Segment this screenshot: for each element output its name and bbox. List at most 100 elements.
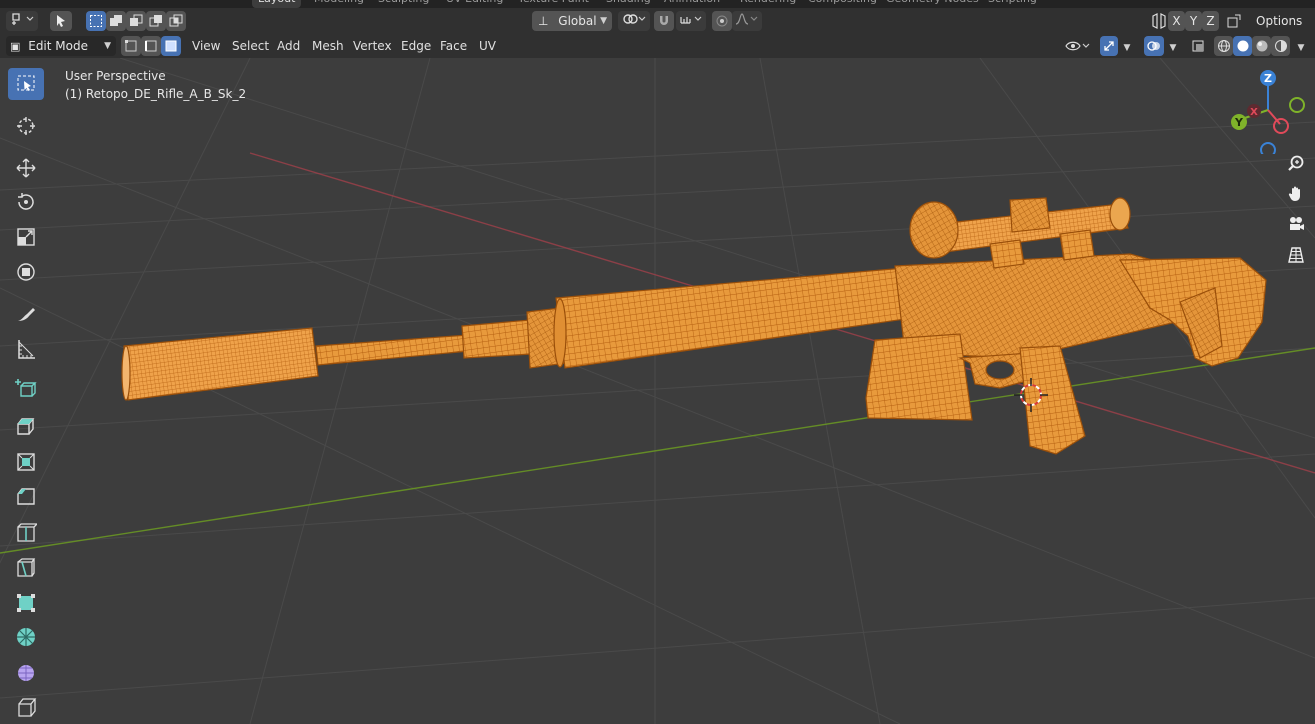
mode-subtract-button[interactable] [126, 11, 146, 31]
face-select-button[interactable] [161, 36, 181, 56]
mode-new-button[interactable] [86, 11, 106, 31]
tool-bevel[interactable] [6, 480, 46, 512]
menu-add[interactable]: Add [271, 36, 306, 56]
edge-select-button[interactable] [141, 36, 161, 56]
tool-spin[interactable] [6, 621, 46, 653]
chevron-down-icon: ▼ [1297, 43, 1305, 53]
tool-select-box[interactable] [8, 68, 44, 100]
tool-scale[interactable] [6, 221, 46, 253]
menu-mesh[interactable]: Mesh [306, 36, 350, 56]
shading-dropdown[interactable]: ▼ [1292, 36, 1310, 56]
tab-uv-editing[interactable]: UV Editing [440, 0, 509, 8]
annotate-icon [18, 308, 35, 321]
move-icon [16, 158, 36, 178]
overlays-toggle[interactable] [1144, 36, 1164, 56]
tab-compositing[interactable]: Compositing [802, 0, 883, 8]
auto-merge-icon [1227, 14, 1241, 28]
tab-modeling[interactable]: Modeling [308, 0, 370, 8]
perspective-toggle-button[interactable] [1282, 241, 1310, 269]
gizmo-dropdown[interactable]: ▼ [1118, 36, 1136, 56]
snap-target-dropdown[interactable] [676, 11, 706, 31]
tool-rotate[interactable] [6, 186, 46, 218]
tool-poly-build[interactable] [6, 586, 46, 618]
camera-view-button[interactable] [1282, 210, 1310, 238]
mirror-x-toggle[interactable]: X [1168, 11, 1185, 31]
editor-type-button[interactable] [6, 11, 38, 31]
shading-wireframe-button[interactable] [1214, 36, 1233, 56]
visibility-dropdown[interactable] [1062, 36, 1094, 56]
mode-invert-button[interactable] [146, 11, 166, 31]
menu-uv[interactable]: UV [473, 36, 502, 56]
tool-inset[interactable] [6, 446, 46, 478]
overlays-dropdown[interactable]: ▼ [1164, 36, 1182, 56]
chevron-down-icon: ▼ [600, 16, 607, 26]
xray-icon [1192, 40, 1204, 52]
gizmo-neg-y-axis[interactable] [1289, 97, 1305, 113]
tool-annotate[interactable] [6, 298, 46, 330]
tool-measure[interactable] [6, 333, 46, 365]
select-tool-button[interactable] [50, 11, 72, 31]
tab-animation[interactable]: Animation [658, 0, 726, 8]
tab-geometry-nodes[interactable]: Geometry Nodes [880, 0, 985, 8]
menu-face[interactable]: Face [434, 36, 473, 56]
tool-transform[interactable] [6, 256, 46, 288]
tool-smooth[interactable] [6, 656, 46, 688]
tool-loop-cut[interactable] [6, 516, 46, 548]
tool-cursor[interactable] [6, 110, 46, 142]
gizmo-y-label: Y [1234, 116, 1244, 129]
wireframe-sphere-icon [1217, 40, 1230, 52]
mode-intersect-button[interactable] [166, 11, 186, 31]
mirror-y-toggle[interactable]: Y [1185, 11, 1202, 31]
extrude-icon [17, 418, 35, 435]
menu-vertex[interactable]: Vertex [347, 36, 398, 56]
magnet-icon [660, 16, 668, 25]
select-new-icon [90, 15, 102, 27]
shading-material-button[interactable] [1252, 36, 1271, 56]
tab-shading[interactable]: Shading [600, 0, 657, 8]
viewport-info: User Perspective (1) Retopo_DE_Rifle_A_B… [65, 67, 246, 103]
tool-move[interactable] [6, 152, 46, 184]
viewport-header: ▣ Edit Mode ▼ View Select Add Mesh Verte… [0, 34, 1315, 59]
shading-rendered-button[interactable] [1271, 36, 1290, 56]
tool-shear[interactable] [6, 691, 46, 723]
shading-solid-button[interactable] [1233, 36, 1252, 56]
mirror-z-toggle[interactable]: Z [1202, 11, 1219, 31]
tool-knife[interactable] [6, 551, 46, 583]
gizmo-neg-z-axis[interactable] [1260, 142, 1276, 154]
options-dropdown[interactable]: Options ▼ [1252, 11, 1312, 48]
tab-scripting[interactable]: Scripting [982, 0, 1043, 8]
grid-view-icon [1288, 247, 1304, 263]
menu-edge[interactable]: Edge [395, 36, 437, 56]
transform-orientation-dropdown[interactable]: ⊥ Global ▼ [532, 11, 612, 31]
mode-dropdown[interactable]: ▣ Edit Mode ▼ [6, 36, 116, 56]
tool-extrude[interactable] [6, 410, 46, 442]
tab-texture-paint[interactable]: Texture Paint [512, 0, 595, 8]
tool-add-cube[interactable] [6, 372, 46, 404]
falloff-dropdown[interactable] [732, 11, 762, 31]
mode-extend-button[interactable] [106, 11, 126, 31]
gizmo-x-axis[interactable] [1273, 118, 1289, 134]
solid-sphere-icon [1237, 40, 1248, 52]
overlays-icon [1147, 41, 1160, 51]
3d-viewport[interactable]: User Perspective (1) Retopo_DE_Rifle_A_B… [0, 58, 1315, 724]
chevron-down-icon: ▼ [1123, 43, 1131, 53]
mirror-options-button[interactable] [1150, 11, 1168, 31]
tab-sculpting[interactable]: Sculpting [372, 0, 435, 8]
tool-settings-header: ⊥ Global ▼ X Y Z Options ▼ [0, 8, 1315, 48]
tab-rendering[interactable]: Rendering [734, 0, 802, 8]
mode-label: Edit Mode [28, 39, 88, 53]
tab-layout[interactable]: Layout [252, 0, 302, 8]
zoom-button[interactable] [1282, 149, 1310, 177]
auto-merge-button[interactable] [1224, 11, 1244, 31]
menu-select[interactable]: Select [226, 36, 275, 56]
pan-button[interactable] [1282, 180, 1310, 208]
proportional-edit-toggle[interactable] [712, 11, 732, 31]
navigation-gizmo[interactable]: Z Y X [1222, 68, 1312, 154]
xray-toggle[interactable] [1188, 36, 1208, 56]
menu-view[interactable]: View [186, 36, 226, 56]
snap-toggle[interactable] [654, 11, 674, 31]
vertex-select-button[interactable] [121, 36, 141, 56]
select-subtract-icon [130, 14, 143, 26]
pivot-point-dropdown[interactable] [618, 11, 650, 31]
gizmo-toggle[interactable] [1100, 36, 1118, 56]
